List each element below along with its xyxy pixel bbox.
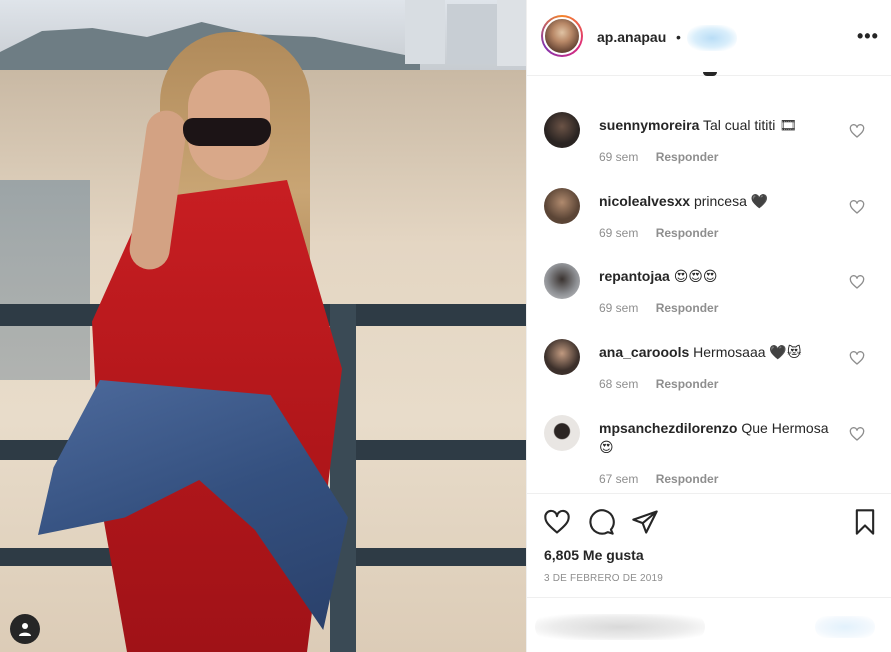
header-separator: • xyxy=(676,29,681,45)
post-header: ap.anapau • ••• xyxy=(527,0,891,76)
comment-avatar[interactable] xyxy=(544,112,580,148)
photo-sunglasses xyxy=(183,118,271,146)
comment-meta: 69 sem Responder xyxy=(599,226,718,240)
comments-list[interactable]: suennymoreira Tal cual tititi 🎞 69 sem R… xyxy=(527,96,891,491)
comment-text-block: repantojaa 😍😍😍 xyxy=(599,267,839,286)
comment-username[interactable]: suennymoreira xyxy=(599,117,699,133)
comment-text-block: mpsanchezdilorenzo Que Hermosa 😍 xyxy=(599,419,839,457)
post-actions: 6,805 Me gusta 3 DE FEBRERO DE 2019 xyxy=(527,493,891,597)
post-side-panel: ap.anapau • ••• suennymoreira Tal cual t… xyxy=(526,0,891,652)
comment-time: 67 sem xyxy=(599,472,639,486)
comment-username[interactable]: nicolealvesxx xyxy=(599,193,690,209)
post-date: 3 DE FEBRERO DE 2019 xyxy=(544,573,664,584)
photo-sea xyxy=(0,180,90,380)
comment-username[interactable]: ana_caroools xyxy=(599,344,689,360)
follow-button-blurred[interactable] xyxy=(687,25,737,51)
speech-bubble-icon[interactable] xyxy=(587,508,615,536)
comment-meta: 68 sem Responder xyxy=(599,377,718,391)
paper-plane-icon[interactable] xyxy=(631,508,659,536)
comment-username[interactable]: repantojaa xyxy=(599,268,670,284)
comment-body: 😍😍😍 xyxy=(673,268,718,284)
comment-time: 69 sem xyxy=(599,226,639,240)
small-heart-icon[interactable] xyxy=(849,350,865,366)
comment-username[interactable]: mpsanchezdilorenzo xyxy=(599,420,737,436)
bookmark-icon[interactable] xyxy=(851,508,879,536)
more-options-icon[interactable]: ••• xyxy=(857,26,879,47)
comment-time: 68 sem xyxy=(599,377,639,391)
comment-body: Tal cual tititi 🎞 xyxy=(703,117,798,133)
post-photo[interactable] xyxy=(0,0,526,652)
photo-building xyxy=(447,4,497,64)
reply-button[interactable]: Responder xyxy=(656,472,719,486)
reply-button[interactable]: Responder xyxy=(656,301,719,315)
reply-button[interactable]: Responder xyxy=(656,150,719,164)
reply-button[interactable]: Responder xyxy=(656,377,719,391)
comment-text-block: nicolealvesxx princesa 🖤 xyxy=(599,192,839,211)
small-heart-icon[interactable] xyxy=(849,274,865,290)
comment-body: princesa 🖤 xyxy=(693,193,769,209)
comment-body: Hermosaaa 🖤😻 xyxy=(693,344,802,360)
comment-meta: 67 sem Responder xyxy=(599,472,718,486)
comment-time: 69 sem xyxy=(599,150,639,164)
add-comment-bar xyxy=(527,597,891,652)
small-heart-icon[interactable] xyxy=(849,426,865,442)
comment-avatar[interactable] xyxy=(544,415,580,451)
author-avatar[interactable] xyxy=(541,15,583,57)
comment-time: 69 sem xyxy=(599,301,639,315)
post-comment-button-blurred[interactable] xyxy=(815,616,875,638)
small-heart-icon[interactable] xyxy=(849,199,865,215)
comment-avatar[interactable] xyxy=(544,188,580,224)
reply-button[interactable]: Responder xyxy=(656,226,719,240)
photo-building xyxy=(405,0,445,64)
author-username[interactable]: ap.anapau xyxy=(597,29,666,45)
likes-count[interactable]: 6,805 Me gusta xyxy=(544,547,644,563)
comment-input-blurred[interactable] xyxy=(535,614,705,640)
photo-building xyxy=(497,0,526,66)
scroll-indicator xyxy=(703,72,717,76)
comment-avatar[interactable] xyxy=(544,339,580,375)
user-tag-icon[interactable] xyxy=(10,614,40,644)
comment-text-block: ana_caroools Hermosaaa 🖤😻 xyxy=(599,343,839,362)
comment-meta: 69 sem Responder xyxy=(599,301,718,315)
small-heart-icon[interactable] xyxy=(849,123,865,139)
comment-meta: 69 sem Responder xyxy=(599,150,718,164)
heart-icon[interactable] xyxy=(543,508,571,536)
comment-avatar[interactable] xyxy=(544,263,580,299)
comment-text-block: suennymoreira Tal cual tititi 🎞 xyxy=(599,116,839,135)
